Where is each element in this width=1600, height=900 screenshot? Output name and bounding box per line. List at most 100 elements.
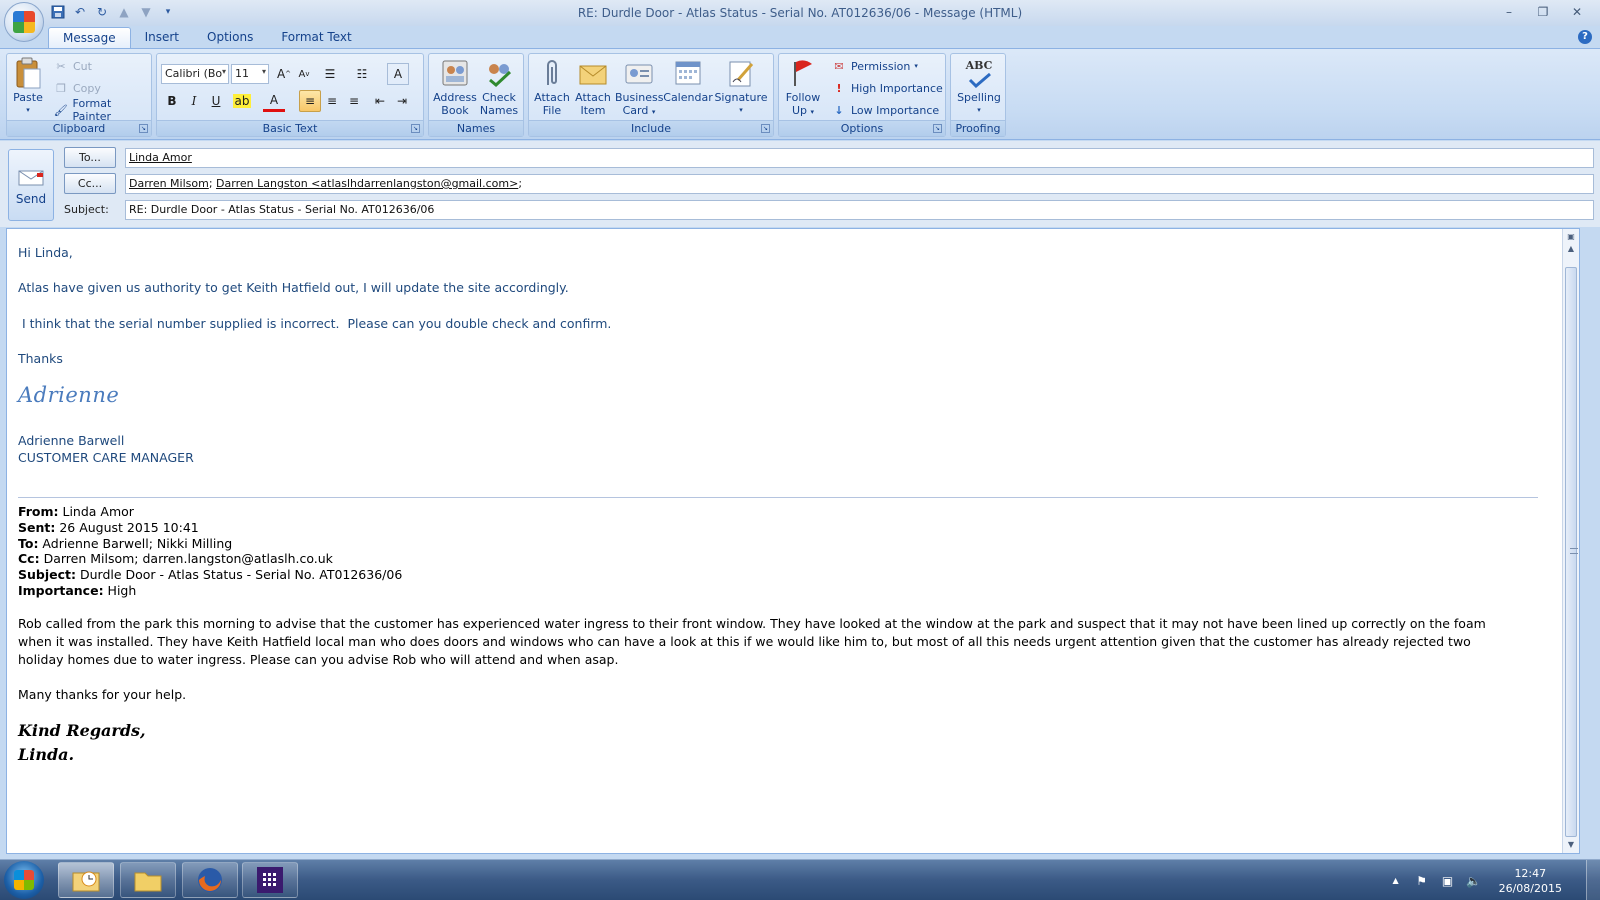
signature-button[interactable]: Signature ▾ (713, 57, 769, 117)
title-bar: ↶ ↻ ▲ ▼ ▾ RE: Durdle Door - Atlas Status… (0, 0, 1600, 26)
office-button[interactable] (4, 2, 44, 42)
font-color-icon[interactable]: A (263, 90, 285, 112)
bullets-icon[interactable]: ☰ (319, 63, 341, 85)
taskbar-app[interactable] (242, 862, 298, 898)
underline-icon[interactable]: U (205, 90, 227, 112)
body-line-2: I think that the serial number supplied … (18, 316, 612, 331)
increase-indent-icon[interactable]: ⇥ (391, 90, 413, 112)
quoted-importance-label: Importance: (18, 583, 104, 598)
taskbar-firefox[interactable] (182, 862, 238, 898)
vertical-scrollbar[interactable]: ▣ ▲ ▼ (1562, 229, 1579, 853)
address-book-button[interactable]: Address Book (433, 57, 477, 117)
outlook-icon (72, 871, 100, 892)
show-desktop-button[interactable] (1586, 860, 1600, 900)
scroll-down-icon[interactable]: ▼ (1563, 837, 1579, 853)
quoted-sent-label: Sent: (18, 520, 56, 535)
cc-button[interactable]: Cc... (64, 173, 116, 194)
down-arrow-icon: ↓ (834, 103, 844, 117)
include-launcher-icon[interactable]: ↘ (761, 124, 770, 133)
to-field[interactable]: Linda Amor (125, 148, 1594, 168)
quoted-cc-value: Darren Milsom; darren.langston@atlaslh.c… (39, 551, 333, 566)
message-body[interactable]: Hi Linda, Atlas have given us authority … (6, 228, 1580, 854)
font-name-value: Calibri (Bo (165, 67, 223, 80)
close-button[interactable]: ✕ (1560, 2, 1594, 22)
names-group: Address Book Check Names Names (428, 53, 524, 137)
options-launcher-icon[interactable]: ↘ (933, 124, 942, 133)
subject-field[interactable]: RE: Durdle Door - Atlas Status - Serial … (125, 200, 1594, 220)
clipboard-launcher-icon[interactable]: ↘ (139, 124, 148, 133)
network-icon[interactable]: ▣ (1440, 873, 1456, 889)
cut-button[interactable]: ✂ Cut (53, 56, 92, 76)
quoted-from: From: Linda Amor (18, 504, 134, 519)
numbering-icon[interactable]: ☷ (351, 63, 373, 85)
quoted-subject-value: Durdle Door - Atlas Status - Serial No. … (76, 567, 403, 582)
attach-item-button[interactable]: Attach Item (573, 57, 613, 117)
volume-icon[interactable]: 🔈 (1466, 873, 1482, 889)
tab-format-text[interactable]: Format Text (267, 27, 365, 49)
scroll-thumb[interactable] (1565, 267, 1578, 837)
decrease-indent-icon[interactable]: ⇤ (369, 90, 391, 112)
styles-icon[interactable]: A (387, 63, 409, 85)
action-center-flag-icon[interactable]: ⚑ (1414, 873, 1430, 889)
highlight-icon[interactable]: ab (231, 90, 253, 112)
shrink-font-icon[interactable]: Av (293, 63, 315, 85)
scroll-up-icon[interactable]: ▲ (1563, 241, 1579, 257)
permission-button[interactable]: ✉ Permission ▾ (831, 56, 917, 76)
send-button[interactable]: Send (8, 149, 54, 221)
message-header: Send To... Linda Amor Cc... Darren Milso… (0, 141, 1600, 227)
help-icon[interactable]: ? (1578, 30, 1592, 44)
align-left-icon[interactable]: ≡ (299, 90, 321, 112)
paste-button[interactable]: Paste ▾ (11, 57, 45, 117)
calendar-label: Calendar (663, 91, 713, 104)
minimize-button[interactable]: – (1492, 2, 1526, 22)
paintbrush-icon: 🖌 (53, 103, 68, 117)
to-button[interactable]: To... (64, 147, 116, 168)
font-size-combo[interactable]: 11 ▾ (231, 64, 269, 84)
high-importance-button[interactable]: ! High Importance (831, 78, 943, 98)
business-card-button[interactable]: Business Card ▾ (615, 57, 664, 119)
to-recipient: Linda Amor (129, 151, 192, 164)
taskbar-outlook[interactable] (58, 862, 114, 898)
tab-options[interactable]: Options (193, 27, 267, 49)
proofing-group-label: Proofing (951, 120, 1005, 136)
calendar-button[interactable]: Calendar (663, 57, 713, 104)
cc-field[interactable]: Darren Milsom; Darren Langston <atlaslhd… (125, 174, 1594, 194)
follow-up-button[interactable]: Follow Up ▾ (781, 57, 825, 119)
copy-label: Copy (73, 81, 101, 95)
format-painter-button[interactable]: 🖌 Format Painter (53, 97, 151, 123)
signature-name: Adrienne Barwell (18, 433, 125, 448)
grow-font-icon[interactable]: A ^ (273, 63, 295, 85)
align-right-icon[interactable]: ≡ (343, 90, 365, 112)
basic-text-launcher-icon[interactable]: ↘ (411, 124, 420, 133)
quoted-paragraph: Rob called from the park this morning to… (18, 616, 1486, 667)
quoted-to-label: To: (18, 536, 39, 551)
quoted-cc: Cc: Darren Milsom; darren.langston@atlas… (18, 551, 333, 566)
tab-message[interactable]: Message (48, 27, 131, 49)
show-hidden-icons-icon[interactable]: ▲ (1388, 873, 1404, 889)
maximize-button[interactable]: ❐ (1526, 2, 1560, 22)
regards-line-1: Kind Regards, (18, 721, 146, 740)
high-importance-label: High Importance (851, 81, 943, 95)
italic-icon[interactable]: I (183, 90, 205, 112)
low-importance-button[interactable]: ↓ Low Importance (831, 100, 939, 120)
tab-insert[interactable]: Insert (131, 27, 193, 49)
align-center-icon[interactable]: ≡ (321, 90, 343, 112)
start-button[interactable] (4, 861, 44, 899)
system-tray: ▲ ⚑ ▣ 🔈 12:47 26/08/2015 (1383, 860, 1600, 900)
bold-icon[interactable]: B (161, 90, 183, 112)
follow-up-label-2: Up (791, 104, 808, 117)
taskbar-explorer[interactable] (120, 862, 176, 898)
attach-file-button[interactable]: Attach File (531, 57, 573, 117)
spelling-button[interactable]: ABC Spelling ▾ (953, 57, 1005, 117)
body-line-1: Atlas have given us authority to get Kei… (18, 280, 569, 295)
address-book-label-2: Book (441, 104, 469, 117)
windows-logo-icon (14, 870, 34, 890)
scissors-icon: ✂ (56, 59, 66, 73)
spelling-abc-text: ABC (965, 58, 993, 72)
ruler-toggle-icon[interactable]: ▣ (1563, 229, 1579, 241)
copy-button[interactable]: ❐ Copy (53, 78, 101, 98)
font-name-combo[interactable]: Calibri (Bo ▾ (161, 64, 229, 84)
check-names-button[interactable]: Check Names (477, 57, 521, 117)
permission-label: Permission (851, 59, 911, 73)
clock[interactable]: 12:47 26/08/2015 (1499, 866, 1562, 896)
